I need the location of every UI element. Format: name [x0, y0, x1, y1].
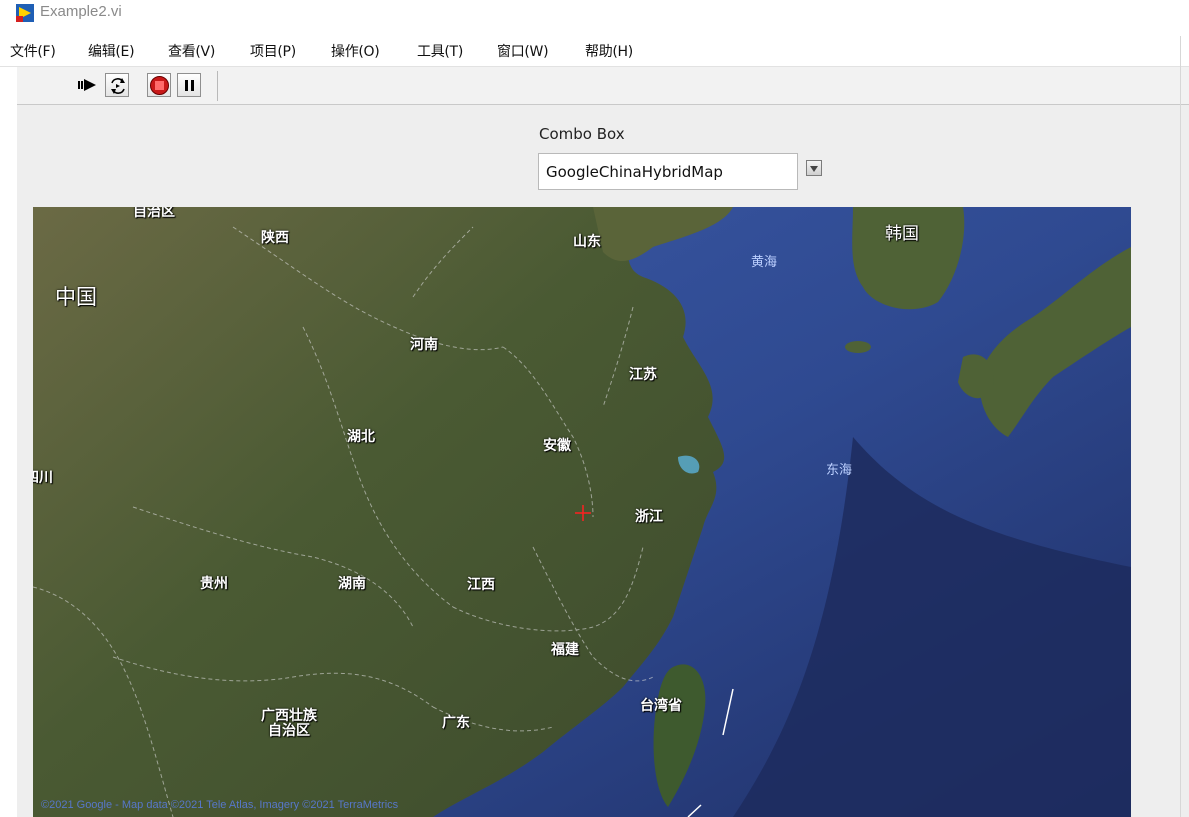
map-label-guangxi-line1: 广西壮族 [261, 708, 317, 724]
combo-box-dropdown-button[interactable] [806, 160, 822, 176]
map-label-shaanxi: 陕西 [261, 230, 289, 246]
map-label-fujian: 福建 [551, 642, 579, 658]
window-right-edge [1180, 36, 1181, 817]
chevron-down-icon [807, 161, 821, 180]
map-label-guangdong: 广东 [442, 715, 470, 731]
pause-button[interactable] [177, 73, 201, 97]
map-label-taiwan: 台湾省 [640, 698, 682, 714]
map-label-hubei: 湖北 [347, 429, 375, 445]
map-label-hunan: 湖南 [338, 576, 366, 592]
menu-bar: 文件(F) 编辑(E) 查看(V) 项目(P) 操作(O) 工具(T) 窗口(W… [0, 36, 1189, 67]
map-label-zizhiqu: 自治区 [133, 207, 175, 220]
menu-view[interactable]: 查看(V) [168, 41, 215, 61]
map-label-anhui: 安徽 [543, 438, 571, 454]
map-label-jiangsu: 江苏 [629, 367, 657, 383]
map-label-hanguo: 韩国 [885, 224, 919, 244]
map-label-huanghai: 黄海 [751, 255, 778, 270]
combo-box-input[interactable]: GoogleChinaHybridMap [538, 153, 798, 190]
map-label-jiangxi: 江西 [467, 577, 495, 593]
map-label-donghai: 东海 [826, 463, 853, 478]
toolbar-separator [217, 71, 218, 101]
map-label-guizhou: 贵州 [200, 576, 228, 592]
map-label-henan: 河南 [410, 337, 438, 353]
labview-vi-icon [16, 4, 34, 22]
window-title: Example2.vi [40, 3, 122, 20]
map-picture[interactable]: 自治区 陕西 山东 黄海 韩国 中国 河南 江苏 湖北 安徽 四川 东海 浙江 … [33, 207, 1131, 817]
combo-box-label: Combo Box [539, 125, 625, 143]
toolbar [17, 67, 1189, 105]
left-frame [0, 67, 18, 817]
menu-window[interactable]: 窗口(W) [497, 41, 549, 61]
map-label-sichuan: 四川 [33, 470, 53, 486]
run-button[interactable] [76, 73, 100, 97]
map-label-shandong: 山东 [573, 234, 601, 250]
menu-edit[interactable]: 编辑(E) [88, 41, 135, 61]
run-continuously-button[interactable] [105, 73, 129, 97]
menu-project[interactable]: 项目(P) [250, 41, 296, 61]
menu-help[interactable]: 帮助(H) [585, 41, 633, 61]
map-label-guangxi-line2: 自治区 [268, 723, 310, 739]
menu-tools[interactable]: 工具(T) [417, 41, 463, 61]
crosshair-marker-icon [574, 504, 592, 522]
abort-button[interactable] [147, 73, 171, 97]
menu-operate[interactable]: 操作(O) [331, 41, 380, 61]
title-bar: Example2.vi [0, 0, 1189, 30]
map-label-zhejiang: 浙江 [635, 509, 663, 525]
map-attribution: ©2021 Google - Map data ©2021 Tele Atlas… [41, 799, 399, 811]
map-label-zhongguo: 中国 [55, 285, 97, 309]
menu-file[interactable]: 文件(F) [10, 41, 56, 61]
map-label-guangxi: 广西壮族 自治区 [261, 709, 317, 739]
